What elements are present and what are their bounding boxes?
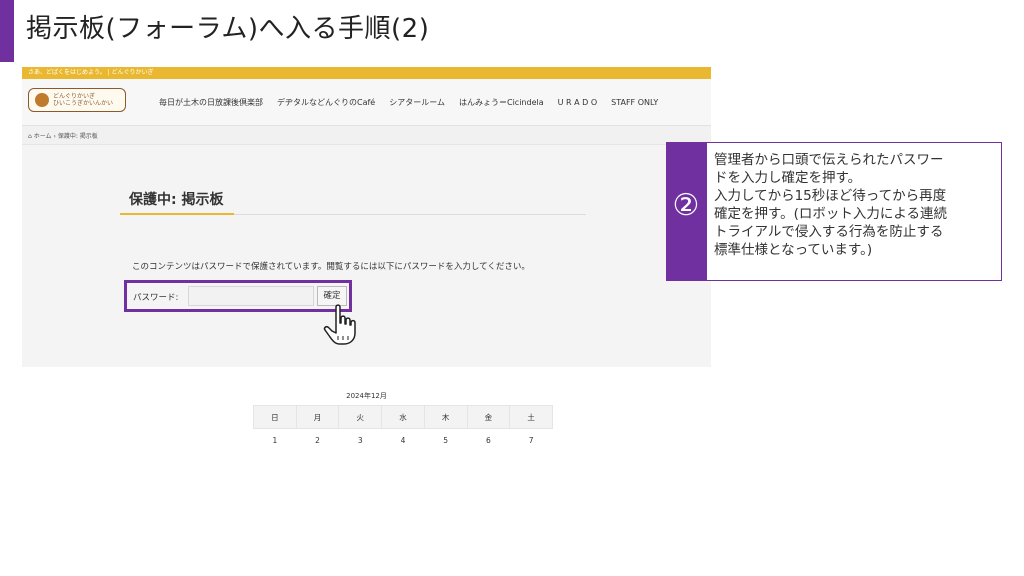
protection-message: このコンテンツはパスワードで保護されています。閲覧するには以下にパスワードを入力… [132,262,530,272]
calendar-table: 日 月 火 水 木 金 土 1 2 3 4 5 6 7 [253,405,553,444]
acorn-icon [35,93,49,107]
password-form-highlight: パスワード: 確定 [124,280,352,312]
breadcrumb-separator: › [53,133,56,140]
nav-item-theater-room[interactable]: シアタールーム [389,97,445,108]
nav-item-urado[interactable]: U R A D O [558,98,598,107]
calendar-widget: 2024年12月 日 月 火 水 木 金 土 1 2 3 4 5 6 7 [22,367,711,444]
calendar-weekday: 月 [295,405,340,429]
step-number: ② [672,188,700,223]
nav-item-staff-only[interactable]: STAFF ONLY [611,98,658,107]
pointing-hand-cursor-icon [323,304,356,345]
calendar-weekday: 木 [423,405,468,429]
home-icon[interactable]: ⌂ [28,133,32,140]
title-accent-bar [0,0,14,62]
instruction-line: トライアルで侵入する行為を防止する [714,224,944,240]
instruction-line: 入力してから15秒ほど待ってから再度 [714,188,947,204]
slide-title: 掲示板(フォーラム)へ入る手順(2) [26,14,430,44]
site-topbar: さあ、どばくをはじめよう。 | どんぐりかいぎ [22,67,711,79]
instruction-callout: 管理者から口頭で伝えられたパスワー ドを入力し確定を押す。 入力してから15秒ほ… [706,142,1002,281]
calendar-day: 6 [467,428,510,444]
calendar-day: 5 [424,428,468,444]
instruction-line: 標準仕様となっています。) [714,242,873,258]
instruction-line: ドを入力し確定を押す。 [714,170,862,186]
calendar-weekday: 水 [381,405,425,429]
instruction-text: 管理者から口頭で伝えられたパスワー ドを入力し確定を押す。 入力してから15秒ほ… [714,151,998,259]
calendar-weekday: 日 [253,405,297,429]
nav-item-cicindela[interactable]: はんみょう＝Cicindela [459,97,544,108]
calendar-day: 1 [253,428,297,444]
calendar-day: 4 [381,428,425,444]
website-screenshot: さあ、どばくをはじめよう。 | どんぐりかいぎ どんぐりかいぎ ひいこうぎかいん… [22,67,711,444]
instruction-line: 管理者から口頭で伝えられたパスワー [714,152,944,168]
calendar-week-row: 1 2 3 4 5 6 7 [253,428,553,444]
breadcrumb: ⌂ ホーム › 保護中: 掲示板 [28,131,98,140]
heading-accent-underline [120,213,234,215]
calendar-day: 3 [338,428,382,444]
calendar-caption: 2024年12月 [346,392,387,400]
breadcrumb-home[interactable]: ホーム [34,133,52,140]
calendar-weekday: 火 [338,405,383,429]
site-navbar: どんぐりかいぎ ひいこうぎかいんかい 毎日が土木の日放課後倶楽部 デヂタルなどん… [22,79,711,125]
step-number-badge: ② [666,142,706,281]
calendar-weekday: 土 [509,405,553,429]
breadcrumb-current: 保護中: 掲示板 [57,133,98,140]
page-heading: 保護中: 掲示板 [129,192,224,208]
main-content: 保護中: 掲示板 このコンテンツはパスワードで保護されています。閲覧するには以下… [22,145,711,367]
instruction-line: 確定を押す。(ロボット入力による連続 [714,206,948,222]
logo-text: どんぐりかいぎ ひいこうぎかいんかい [53,93,114,107]
calendar-day: 7 [509,428,553,444]
password-label: パスワード: [133,293,179,303]
password-input[interactable] [188,286,314,306]
calendar-day: 2 [296,428,339,444]
nav-item-afterschool-club[interactable]: 毎日が土木の日放課後倶楽部 [159,97,263,108]
calendar-weekday: 金 [466,405,511,429]
main-nav: 毎日が土木の日放課後倶楽部 デヂタルなどんぐりのCafé シアタールーム はんみ… [159,79,658,125]
breadcrumb-bar: ⌂ ホーム › 保護中: 掲示板 [22,125,711,145]
nav-item-digital-cafe[interactable]: デヂタルなどんぐりのCafé [277,97,375,108]
site-logo[interactable]: どんぐりかいぎ ひいこうぎかいんかい [28,88,126,112]
calendar-header-row: 日 月 火 水 木 金 土 [253,405,553,429]
